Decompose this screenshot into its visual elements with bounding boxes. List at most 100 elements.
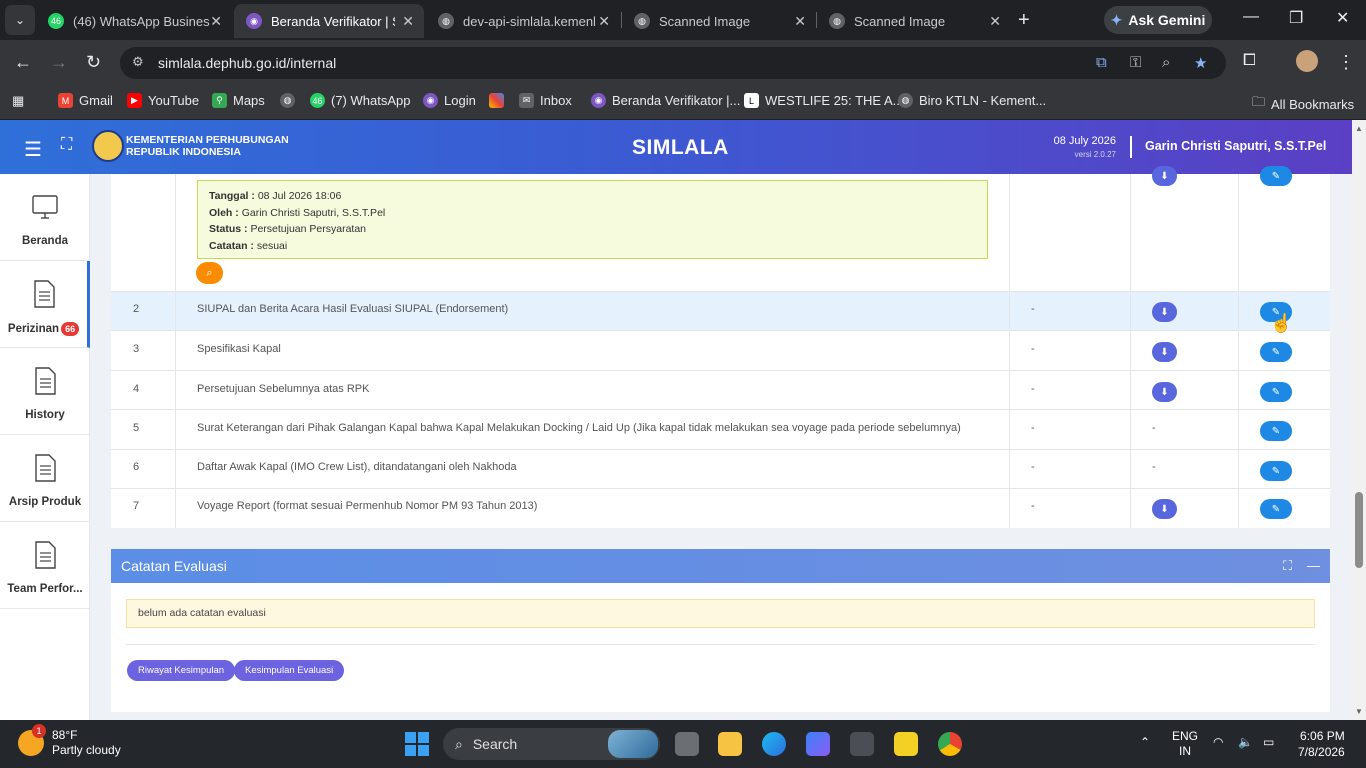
bookmark-login[interactable]: ◉ Login	[423, 93, 476, 108]
bookmark-gmail[interactable]: M Gmail	[58, 93, 113, 108]
row-status: -	[1031, 461, 1035, 473]
header-date-block: 08 July 2026 versi 2.0.27	[1054, 135, 1116, 161]
bookmark-globe[interactable]: ◍	[280, 93, 295, 108]
tab-dev-api[interactable]: ◍ dev-api-simlala.kemenl ✕	[426, 4, 620, 38]
user-name[interactable]: Garin Christi Saputri, S.S.T.Pel	[1145, 139, 1326, 153]
sidebar-item-perizinan[interactable]: Perizinan 66	[0, 261, 90, 348]
sidebar-item-beranda[interactable]: Beranda	[0, 174, 90, 261]
close-tab-icon[interactable]: ✕	[989, 13, 1001, 30]
ask-gemini-button[interactable]: ✦ Ask Gemini	[1104, 6, 1212, 34]
close-tab-icon[interactable]: ✕	[402, 13, 414, 30]
edge-icon[interactable]	[762, 732, 786, 756]
riwayat-kesimpulan-button[interactable]: Riwayat Kesimpulan	[127, 660, 236, 681]
camera-icon[interactable]	[850, 732, 874, 756]
extensions-icon[interactable]: ⧠	[1243, 52, 1256, 70]
weather-widget[interactable]: 1 88°F Partly cloudy	[18, 724, 121, 758]
file-explorer-icon[interactable]	[718, 732, 742, 756]
task-view-icon[interactable]	[675, 732, 699, 756]
download-button[interactable]: ⬇	[1152, 499, 1177, 519]
forward-button[interactable]: →	[50, 52, 68, 73]
clock-time: 6:06 PM	[1300, 729, 1345, 743]
all-bookmarks-button[interactable]: 🗀 All Bookmarks	[1252, 93, 1354, 115]
zoom-icon[interactable]: ⌕	[1162, 54, 1170, 71]
wifi-icon[interactable]: ◠	[1213, 735, 1223, 749]
youtube-icon: ▶	[127, 93, 142, 108]
row-text: Spesifikasi Kapal	[197, 343, 281, 355]
address-bar[interactable]: ⚙ simlala.dephub.go.id/internal ⧉ ⚿ ⌕ ★	[120, 47, 1226, 79]
column-divider	[175, 174, 176, 528]
clock-date: 7/8/2026	[1298, 745, 1345, 759]
tab-whatsapp[interactable]: 46 (46) WhatsApp Busines ✕	[36, 4, 232, 38]
header-divider	[1130, 136, 1132, 158]
bookmark-label: Beranda Verifikator |...	[612, 93, 741, 108]
page-scrollbar[interactable]: ▲ ▼	[1352, 120, 1366, 720]
evaluation-card-header: Catatan Evaluasi ⛶ —	[111, 549, 1330, 583]
edit-button[interactable]: ✎	[1260, 342, 1292, 362]
ministry-logo	[92, 130, 124, 162]
close-tab-icon[interactable]: ✕	[794, 13, 806, 30]
edit-button[interactable]: ✎	[1260, 166, 1292, 186]
search-zoom-button[interactable]: ⌕	[196, 262, 223, 284]
minimize-button[interactable]: —	[1243, 8, 1259, 26]
sidebar-item-history[interactable]: History	[0, 348, 90, 435]
keyboard-region[interactable]: IN	[1172, 744, 1198, 759]
language-code[interactable]: ENG	[1172, 729, 1198, 744]
tab-scanned-image-1[interactable]: ◍ Scanned Image ✕	[622, 4, 816, 38]
apps-grid-icon[interactable]: ▦	[12, 93, 24, 109]
system-clock[interactable]: 6:06 PM 7/8/2026	[1298, 728, 1345, 760]
password-key-icon[interactable]: ⚿	[1130, 54, 1141, 71]
bookmark-maps[interactable]: ⚲ Maps	[212, 93, 265, 108]
bookmark-inbox[interactable]: ✉ Inbox	[519, 93, 572, 108]
download-button[interactable]: ⬇	[1152, 342, 1177, 362]
kesimpulan-evaluasi-button[interactable]: Kesimpulan Evaluasi	[234, 660, 345, 681]
back-button[interactable]: ←	[14, 52, 32, 73]
menu-kebab-icon[interactable]: ⋮	[1337, 52, 1355, 73]
fullscreen-icon[interactable]: ⛶	[61, 136, 72, 154]
restore-button[interactable]: ❐	[1289, 8, 1303, 28]
collapse-icon[interactable]: —	[1307, 558, 1320, 573]
battery-icon[interactable]: ▭	[1263, 735, 1274, 749]
new-tab-button[interactable]: +	[1018, 9, 1030, 32]
sticky-notes-icon[interactable]	[894, 732, 918, 756]
profile-avatar[interactable]	[1296, 50, 1318, 72]
download-button[interactable]: ⬇	[1152, 382, 1177, 402]
bookmark-biro-ktln[interactable]: ◍ Biro KTLN - Kement...	[898, 93, 1046, 108]
expand-icon[interactable]: ⛶	[1283, 558, 1292, 574]
scrollbar-thumb[interactable]	[1355, 492, 1363, 568]
chrome-icon[interactable]	[938, 732, 962, 756]
scroll-down-icon[interactable]: ▼	[1355, 707, 1363, 716]
tab-search-button[interactable]: ⌄	[5, 5, 35, 35]
bookmark-pinwheel[interactable]	[489, 93, 504, 108]
edit-button[interactable]: ✎	[1260, 382, 1292, 402]
tab-scanned-image-2[interactable]: ◍ Scanned Image ✕	[817, 4, 1011, 38]
download-button[interactable]: ⬇	[1152, 302, 1177, 322]
search-label: Search	[472, 736, 518, 752]
download-button[interactable]: ⬇	[1152, 166, 1177, 186]
edit-button[interactable]: ✎	[1260, 421, 1292, 441]
scroll-up-icon[interactable]: ▲	[1355, 124, 1363, 133]
edit-button[interactable]: ✎	[1260, 461, 1292, 481]
sidebar-item-arsip-produk[interactable]: Arsip Produk	[0, 435, 90, 522]
install-app-icon[interactable]: ⧉	[1096, 54, 1107, 71]
tab-beranda-verifikator[interactable]: ◉ Beranda Verifikator | Si ✕	[234, 4, 424, 38]
close-tab-icon[interactable]: ✕	[210, 13, 222, 30]
close-window-button[interactable]: ✕	[1336, 8, 1349, 28]
close-tab-icon[interactable]: ✕	[598, 13, 610, 30]
document-icon	[33, 280, 55, 308]
bookmark-whatsapp[interactable]: 46 (7) WhatsApp	[310, 93, 410, 108]
chevron-up-icon[interactable]: ⌃	[1140, 735, 1150, 749]
bookmark-label: Gmail	[79, 93, 113, 108]
sidebar-item-team-performance[interactable]: Team Perfor...	[0, 522, 90, 609]
volume-icon[interactable]: 🔈	[1238, 735, 1253, 749]
hamburger-menu-icon[interactable]: ☰	[24, 137, 42, 162]
bookmark-westlife[interactable]: L WESTLIFE 25: THE A...	[744, 93, 903, 108]
windows-start-icon[interactable]	[405, 732, 429, 756]
bookmark-youtube[interactable]: ▶ YouTube	[127, 93, 199, 108]
edit-button[interactable]: ✎	[1260, 499, 1292, 519]
bookmark-beranda[interactable]: ◉ Beranda Verifikator |...	[591, 93, 740, 108]
site-info-icon[interactable]: ⚙	[132, 54, 144, 70]
folder-icon: 🗀	[1252, 94, 1266, 109]
app-icon[interactable]	[806, 732, 830, 756]
bookmark-star-icon[interactable]: ★	[1194, 54, 1207, 72]
reload-button[interactable]: ↻	[86, 52, 101, 73]
